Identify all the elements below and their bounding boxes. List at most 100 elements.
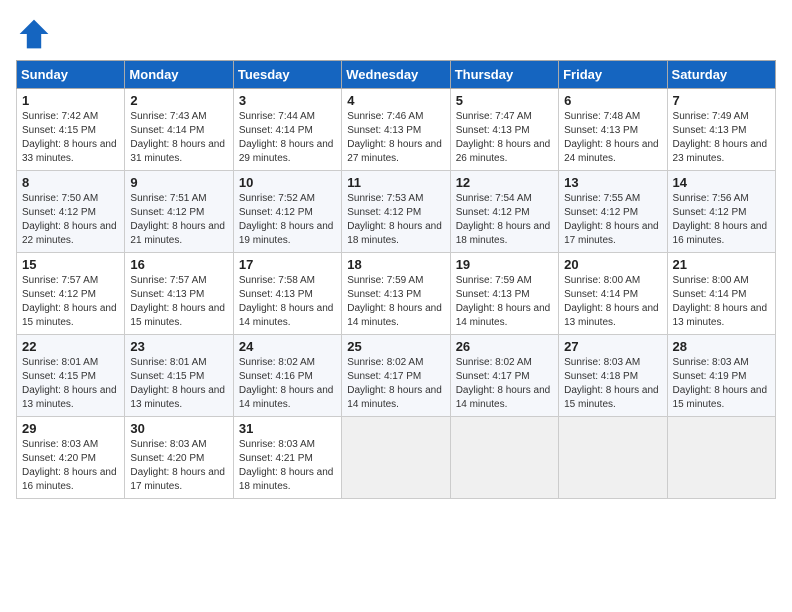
calendar-cell: [667, 417, 775, 499]
day-number: 12: [456, 175, 553, 190]
cell-sunrise: Sunrise: 7:59 AM: [347, 275, 423, 286]
day-of-week-header: Tuesday: [233, 61, 341, 89]
calendar-cell: 10 Sunrise: 7:52 AM Sunset: 4:12 PM Dayl…: [233, 171, 341, 253]
cell-sunset: Sunset: 4:12 PM: [564, 207, 638, 218]
cell-sunset: Sunset: 4:17 PM: [347, 371, 421, 382]
cell-sunset: Sunset: 4:14 PM: [130, 125, 204, 136]
day-number: 21: [673, 257, 770, 272]
cell-sunrise: Sunrise: 7:57 AM: [130, 275, 206, 286]
day-number: 25: [347, 339, 444, 354]
cell-daylight: Daylight: 8 hours and 14 minutes.: [347, 385, 442, 410]
calendar-cell: [342, 417, 450, 499]
cell-daylight: Daylight: 8 hours and 18 minutes.: [347, 221, 442, 246]
cell-daylight: Daylight: 8 hours and 16 minutes.: [673, 221, 768, 246]
cell-sunset: Sunset: 4:15 PM: [22, 371, 96, 382]
cell-sunset: Sunset: 4:14 PM: [673, 289, 747, 300]
cell-sunset: Sunset: 4:13 PM: [673, 125, 747, 136]
cell-daylight: Daylight: 8 hours and 21 minutes.: [130, 221, 225, 246]
day-number: 2: [130, 93, 227, 108]
cell-sunrise: Sunrise: 7:43 AM: [130, 111, 206, 122]
calendar-cell: 29 Sunrise: 8:03 AM Sunset: 4:20 PM Dayl…: [17, 417, 125, 499]
calendar-cell: [450, 417, 558, 499]
cell-daylight: Daylight: 8 hours and 29 minutes.: [239, 139, 334, 164]
calendar-cell: 5 Sunrise: 7:47 AM Sunset: 4:13 PM Dayli…: [450, 89, 558, 171]
cell-daylight: Daylight: 8 hours and 13 minutes.: [22, 385, 117, 410]
cell-sunrise: Sunrise: 8:03 AM: [22, 439, 98, 450]
logo-icon: [16, 16, 52, 52]
cell-sunrise: Sunrise: 7:47 AM: [456, 111, 532, 122]
day-number: 11: [347, 175, 444, 190]
day-number: 13: [564, 175, 661, 190]
day-number: 1: [22, 93, 119, 108]
cell-sunset: Sunset: 4:12 PM: [673, 207, 747, 218]
cell-sunset: Sunset: 4:17 PM: [456, 371, 530, 382]
day-number: 27: [564, 339, 661, 354]
cell-daylight: Daylight: 8 hours and 23 minutes.: [673, 139, 768, 164]
day-number: 26: [456, 339, 553, 354]
cell-sunset: Sunset: 4:18 PM: [564, 371, 638, 382]
calendar-cell: 7 Sunrise: 7:49 AM Sunset: 4:13 PM Dayli…: [667, 89, 775, 171]
day-number: 8: [22, 175, 119, 190]
cell-sunrise: Sunrise: 8:03 AM: [564, 357, 640, 368]
day-number: 9: [130, 175, 227, 190]
calendar-week-row: 15 Sunrise: 7:57 AM Sunset: 4:12 PM Dayl…: [17, 253, 776, 335]
day-number: 23: [130, 339, 227, 354]
calendar-cell: 9 Sunrise: 7:51 AM Sunset: 4:12 PM Dayli…: [125, 171, 233, 253]
cell-daylight: Daylight: 8 hours and 14 minutes.: [347, 303, 442, 328]
cell-sunset: Sunset: 4:13 PM: [239, 289, 313, 300]
calendar-table: SundayMondayTuesdayWednesdayThursdayFrid…: [16, 60, 776, 499]
logo: [16, 16, 56, 52]
calendar-cell: 2 Sunrise: 7:43 AM Sunset: 4:14 PM Dayli…: [125, 89, 233, 171]
cell-sunrise: Sunrise: 7:52 AM: [239, 193, 315, 204]
calendar-cell: 25 Sunrise: 8:02 AM Sunset: 4:17 PM Dayl…: [342, 335, 450, 417]
cell-daylight: Daylight: 8 hours and 13 minutes.: [564, 303, 659, 328]
cell-daylight: Daylight: 8 hours and 15 minutes.: [22, 303, 117, 328]
day-of-week-header: Wednesday: [342, 61, 450, 89]
calendar-cell: 19 Sunrise: 7:59 AM Sunset: 4:13 PM Dayl…: [450, 253, 558, 335]
cell-daylight: Daylight: 8 hours and 13 minutes.: [673, 303, 768, 328]
cell-daylight: Daylight: 8 hours and 26 minutes.: [456, 139, 551, 164]
cell-sunrise: Sunrise: 8:01 AM: [22, 357, 98, 368]
day-number: 18: [347, 257, 444, 272]
calendar-cell: 22 Sunrise: 8:01 AM Sunset: 4:15 PM Dayl…: [17, 335, 125, 417]
cell-sunset: Sunset: 4:16 PM: [239, 371, 313, 382]
cell-sunset: Sunset: 4:13 PM: [456, 289, 530, 300]
cell-sunset: Sunset: 4:13 PM: [347, 125, 421, 136]
cell-sunrise: Sunrise: 7:54 AM: [456, 193, 532, 204]
cell-sunset: Sunset: 4:15 PM: [22, 125, 96, 136]
calendar-cell: 16 Sunrise: 7:57 AM Sunset: 4:13 PM Dayl…: [125, 253, 233, 335]
day-of-week-header: Sunday: [17, 61, 125, 89]
cell-daylight: Daylight: 8 hours and 14 minutes.: [456, 303, 551, 328]
cell-sunrise: Sunrise: 8:01 AM: [130, 357, 206, 368]
calendar-cell: 30 Sunrise: 8:03 AM Sunset: 4:20 PM Dayl…: [125, 417, 233, 499]
day-number: 19: [456, 257, 553, 272]
day-number: 4: [347, 93, 444, 108]
cell-sunrise: Sunrise: 8:03 AM: [673, 357, 749, 368]
cell-sunset: Sunset: 4:14 PM: [239, 125, 313, 136]
calendar-cell: 13 Sunrise: 7:55 AM Sunset: 4:12 PM Dayl…: [559, 171, 667, 253]
cell-sunrise: Sunrise: 7:53 AM: [347, 193, 423, 204]
calendar-cell: 4 Sunrise: 7:46 AM Sunset: 4:13 PM Dayli…: [342, 89, 450, 171]
cell-daylight: Daylight: 8 hours and 13 minutes.: [130, 385, 225, 410]
day-number: 24: [239, 339, 336, 354]
cell-sunset: Sunset: 4:12 PM: [456, 207, 530, 218]
cell-sunset: Sunset: 4:12 PM: [347, 207, 421, 218]
calendar-cell: 11 Sunrise: 7:53 AM Sunset: 4:12 PM Dayl…: [342, 171, 450, 253]
cell-daylight: Daylight: 8 hours and 27 minutes.: [347, 139, 442, 164]
cell-sunrise: Sunrise: 7:42 AM: [22, 111, 98, 122]
cell-sunrise: Sunrise: 7:46 AM: [347, 111, 423, 122]
day-number: 17: [239, 257, 336, 272]
cell-sunset: Sunset: 4:13 PM: [130, 289, 204, 300]
day-of-week-header: Saturday: [667, 61, 775, 89]
cell-sunset: Sunset: 4:13 PM: [456, 125, 530, 136]
day-number: 7: [673, 93, 770, 108]
cell-sunset: Sunset: 4:20 PM: [130, 453, 204, 464]
day-number: 22: [22, 339, 119, 354]
cell-sunrise: Sunrise: 8:03 AM: [130, 439, 206, 450]
cell-sunrise: Sunrise: 8:02 AM: [456, 357, 532, 368]
calendar-week-row: 29 Sunrise: 8:03 AM Sunset: 4:20 PM Dayl…: [17, 417, 776, 499]
cell-sunrise: Sunrise: 7:56 AM: [673, 193, 749, 204]
calendar-cell: 1 Sunrise: 7:42 AM Sunset: 4:15 PM Dayli…: [17, 89, 125, 171]
cell-sunrise: Sunrise: 7:48 AM: [564, 111, 640, 122]
cell-sunset: Sunset: 4:13 PM: [564, 125, 638, 136]
